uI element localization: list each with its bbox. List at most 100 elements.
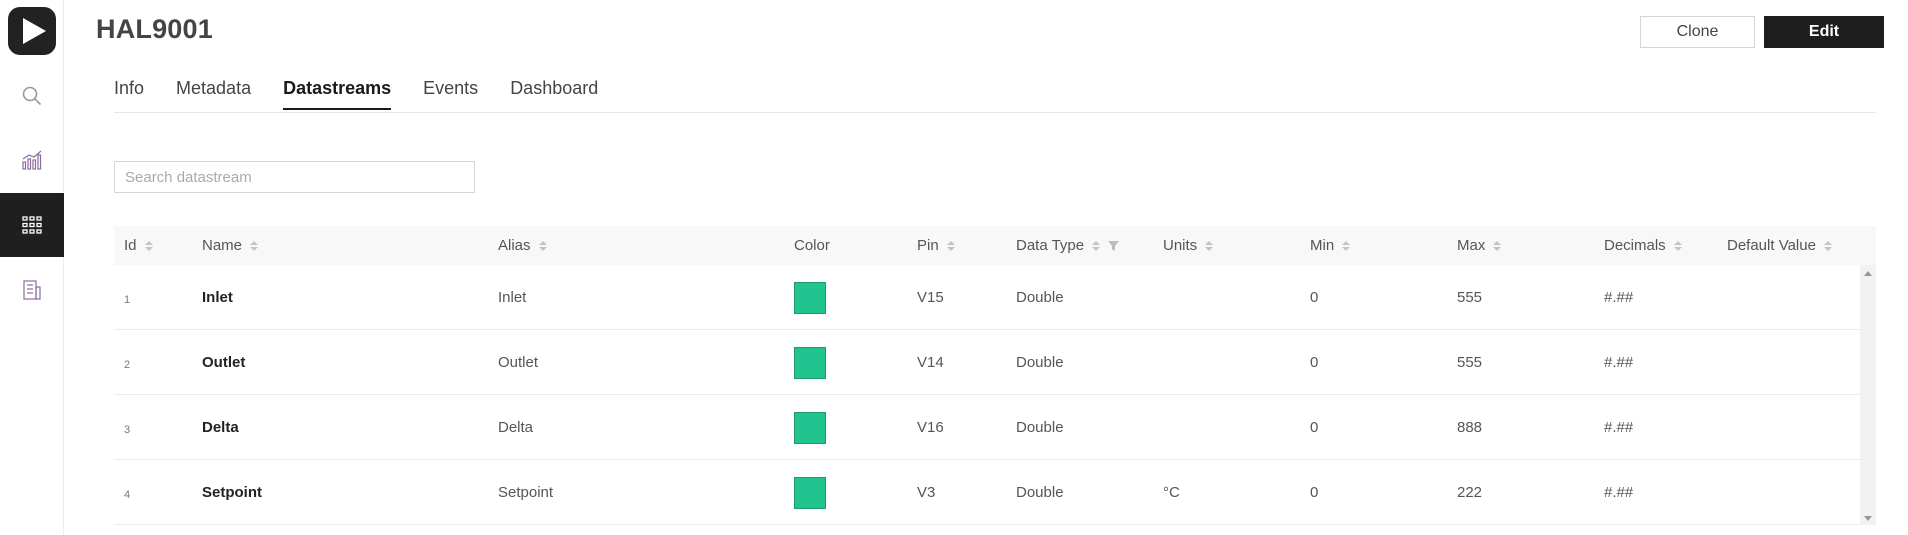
sort-icon[interactable] bbox=[1092, 240, 1101, 251]
color-swatch[interactable] bbox=[794, 476, 826, 509]
app-logo[interactable] bbox=[8, 7, 56, 55]
column-header-alias[interactable]: Alias bbox=[498, 226, 547, 265]
table-scrollbar[interactable] bbox=[1860, 265, 1876, 525]
cell-pin: V3 bbox=[917, 484, 936, 501]
cell-color bbox=[794, 265, 826, 330]
cell-decimals: #.## bbox=[1604, 419, 1634, 436]
scroll-up-icon[interactable] bbox=[1864, 271, 1872, 276]
column-header-color: Color bbox=[794, 226, 830, 265]
play-icon bbox=[23, 18, 46, 44]
analytics-icon bbox=[22, 150, 42, 170]
column-header-decimals[interactable]: Decimals bbox=[1604, 226, 1682, 265]
search-input[interactable] bbox=[114, 161, 475, 193]
cell-decimals: #.## bbox=[1604, 289, 1634, 306]
tab-datastreams[interactable]: Datastreams bbox=[283, 78, 392, 110]
cell-units: °C bbox=[1163, 484, 1180, 501]
cell-color bbox=[794, 330, 826, 395]
search-icon bbox=[22, 86, 42, 106]
cell-min: 0 bbox=[1310, 289, 1319, 306]
column-header-label: Default Value bbox=[1727, 237, 1816, 254]
table-row[interactable]: 1 Inlet Inlet V15 Double 0 555 #.## bbox=[114, 265, 1860, 330]
datastreams-table: Id Name Alias Color Pin Data Type Units bbox=[114, 226, 1876, 525]
column-header-label: Units bbox=[1163, 237, 1198, 254]
column-header-default-value[interactable]: Default Value bbox=[1727, 226, 1832, 265]
tab-dashboard[interactable]: Dashboard bbox=[510, 78, 598, 109]
cell-name: Setpoint bbox=[202, 484, 262, 501]
tab-bar: Info Metadata Datastreams Events Dashboa… bbox=[114, 78, 630, 110]
cell-decimals: #.## bbox=[1604, 354, 1634, 371]
color-swatch[interactable] bbox=[794, 346, 826, 379]
column-header-label: Pin bbox=[917, 237, 939, 254]
color-swatch[interactable] bbox=[794, 281, 826, 314]
cell-id: 1 bbox=[124, 293, 131, 306]
device-title: HAL9001 bbox=[96, 14, 213, 44]
sidebar-item-search[interactable] bbox=[0, 64, 64, 128]
cell-pin: V14 bbox=[917, 354, 944, 371]
color-swatch[interactable] bbox=[794, 411, 826, 444]
sidebar-item-devices[interactable] bbox=[0, 193, 64, 257]
column-header-name[interactable]: Name bbox=[202, 226, 259, 265]
column-header-data-type[interactable]: Data Type bbox=[1016, 226, 1120, 265]
clone-button[interactable]: Clone bbox=[1640, 16, 1755, 48]
cell-min: 0 bbox=[1310, 354, 1319, 371]
column-header-max[interactable]: Max bbox=[1457, 226, 1502, 265]
column-header-label: Decimals bbox=[1604, 237, 1666, 254]
cell-data-type: Double bbox=[1016, 419, 1064, 436]
building-icon bbox=[23, 280, 41, 300]
tab-metadata[interactable]: Metadata bbox=[176, 78, 251, 109]
table-row[interactable]: 4 Setpoint Setpoint V3 Double °C 0 222 #… bbox=[114, 460, 1860, 525]
sort-icon[interactable] bbox=[538, 240, 547, 251]
sort-icon[interactable] bbox=[1493, 240, 1502, 251]
column-header-label: Max bbox=[1457, 237, 1486, 254]
column-header-units[interactable]: Units bbox=[1163, 226, 1214, 265]
column-header-label: Id bbox=[124, 237, 137, 254]
grid-icon bbox=[22, 216, 42, 234]
tab-info[interactable]: Info bbox=[114, 78, 144, 109]
filter-icon[interactable] bbox=[1108, 240, 1120, 251]
cell-name: Delta bbox=[202, 419, 239, 436]
cell-max: 888 bbox=[1457, 419, 1483, 436]
cell-id: 3 bbox=[124, 423, 131, 436]
cell-alias: Setpoint bbox=[498, 484, 554, 501]
table-row[interactable]: 2 Outlet Outlet V14 Double 0 555 #.## bbox=[114, 330, 1860, 395]
sort-icon[interactable] bbox=[946, 240, 955, 251]
sort-icon[interactable] bbox=[1205, 240, 1214, 251]
cell-alias: Inlet bbox=[498, 289, 527, 306]
sidebar-item-organizations[interactable] bbox=[0, 258, 64, 322]
cell-color bbox=[794, 395, 826, 460]
cell-min: 0 bbox=[1310, 419, 1319, 436]
column-header-label: Color bbox=[794, 237, 830, 254]
sort-icon[interactable] bbox=[1823, 240, 1832, 251]
cell-max: 555 bbox=[1457, 354, 1483, 371]
sort-icon[interactable] bbox=[1342, 240, 1351, 251]
scroll-down-icon[interactable] bbox=[1864, 516, 1872, 521]
table-row[interactable]: 3 Delta Delta V16 Double 0 888 #.## bbox=[114, 395, 1860, 460]
cell-pin: V16 bbox=[917, 419, 944, 436]
column-header-id[interactable]: Id bbox=[124, 226, 153, 265]
cell-min: 0 bbox=[1310, 484, 1319, 501]
sidebar bbox=[0, 0, 64, 535]
sort-icon[interactable] bbox=[250, 240, 259, 251]
sort-icon[interactable] bbox=[1673, 240, 1682, 251]
cell-data-type: Double bbox=[1016, 354, 1064, 371]
column-header-min[interactable]: Min bbox=[1310, 226, 1351, 265]
column-header-label: Data Type bbox=[1016, 237, 1085, 254]
tab-events[interactable]: Events bbox=[423, 78, 478, 109]
tabs-divider bbox=[114, 112, 1876, 113]
cell-data-type: Double bbox=[1016, 289, 1064, 306]
cell-name: Outlet bbox=[202, 354, 246, 371]
column-header-pin[interactable]: Pin bbox=[917, 226, 955, 265]
cell-id: 2 bbox=[124, 358, 131, 371]
cell-name: Inlet bbox=[202, 289, 233, 306]
cell-alias: Delta bbox=[498, 419, 534, 436]
cell-color bbox=[794, 460, 826, 525]
column-header-label: Alias bbox=[498, 237, 531, 254]
sidebar-item-analytics[interactable] bbox=[0, 128, 64, 192]
cell-alias: Outlet bbox=[498, 354, 539, 371]
edit-button[interactable]: Edit bbox=[1764, 16, 1884, 48]
column-header-label: Name bbox=[202, 237, 243, 254]
sort-icon[interactable] bbox=[144, 240, 153, 251]
cell-max: 222 bbox=[1457, 484, 1483, 501]
cell-pin: V15 bbox=[917, 289, 944, 306]
cell-data-type: Double bbox=[1016, 484, 1064, 501]
